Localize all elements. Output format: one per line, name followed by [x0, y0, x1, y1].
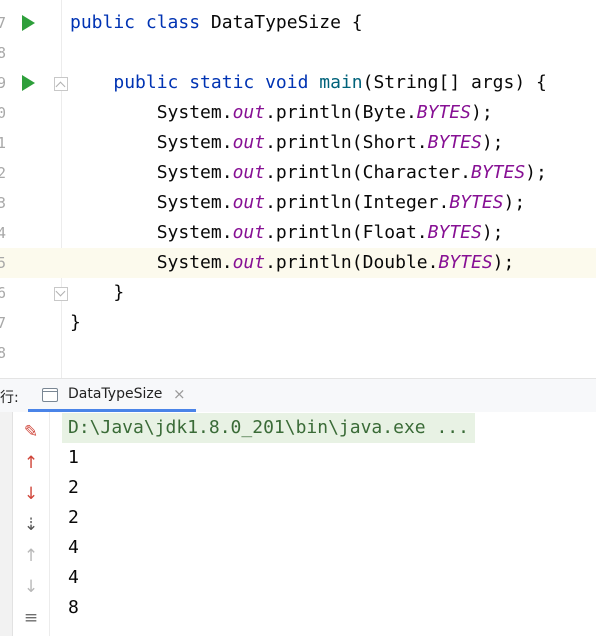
code-line[interactable]: 0 System.out.println(Byte.BYTES);	[0, 98, 596, 128]
run-tool-window-header: 行: DataTypeSize ×	[0, 378, 596, 413]
line-number: 7	[0, 314, 6, 332]
console-panel[interactable]: ✎ ↑ ↓ ⇣ ↑ ↓ ≡ D:\Java\jdk1.8.0_201\bin\java.ex…	[0, 412, 596, 636]
line-number: 9	[0, 74, 6, 92]
code-text: }	[70, 312, 81, 333]
code-text: System.out.println(Integer.BYTES);	[70, 192, 526, 213]
console-output-line: 2	[68, 477, 79, 498]
code-line[interactable]: 7 public class DataTypeSize {	[0, 8, 596, 38]
side-tool-strip	[0, 412, 13, 636]
code-line[interactable]: 7}	[0, 308, 596, 338]
console-output-line: 4	[68, 537, 79, 558]
fold-marker-icon[interactable]	[54, 77, 68, 91]
line-number: 8	[0, 44, 6, 62]
code-text: public static void main(String[] args) {	[113, 72, 547, 93]
wrap-icon[interactable]: ≡	[19, 606, 43, 630]
tab-close-button[interactable]: ×	[173, 385, 186, 403]
code-text: System.out.println(Character.BYTES);	[70, 162, 547, 183]
line-number: 4	[0, 224, 6, 242]
line-number: 0	[0, 104, 6, 122]
line-number: 8	[0, 344, 6, 362]
console-command-line: D:\Java\jdk1.8.0_201\bin\java.exe ...	[62, 413, 475, 443]
down-arrow-icon[interactable]: ↓	[19, 482, 43, 506]
code-line[interactable]: 2 System.out.println(Character.BYTES);	[0, 158, 596, 188]
scroll-up-icon[interactable]: ↑	[19, 544, 43, 568]
code-text: System.out.println(Double.BYTES);	[70, 252, 515, 273]
console-toolbar: ✎ ↑ ↓ ⇣ ↑ ↓ ≡	[13, 412, 50, 636]
line-number: 1	[0, 134, 6, 152]
run-gutter-icon[interactable]	[22, 15, 35, 31]
up-arrow-icon[interactable]: ↑	[19, 451, 43, 475]
code-line[interactable]: 1 System.out.println(Short.BYTES);	[0, 128, 596, 158]
console-output-line: 8	[68, 597, 79, 618]
stop-icon[interactable]: ✎	[19, 420, 43, 444]
console-output-line: 2	[68, 507, 79, 528]
code-editor[interactable]: 7 public class DataTypeSize { 8 9 public st…	[0, 0, 596, 378]
sort-icon[interactable]: ⇣	[19, 513, 43, 537]
tab-datatypesize[interactable]: DataTypeSize ×	[28, 379, 196, 412]
line-number: 3	[0, 194, 6, 212]
run-label: 行:	[0, 390, 19, 406]
line-number: 6	[0, 284, 6, 302]
code-line[interactable]: 9 public static void main(String[] args)…	[0, 68, 596, 98]
scroll-down-icon[interactable]: ↓	[19, 575, 43, 599]
code-line[interactable]: 5 System.out.println(Double.BYTES);	[0, 248, 596, 278]
console-icon	[42, 388, 58, 402]
code-line[interactable]: 3 System.out.println(Integer.BYTES);	[0, 188, 596, 218]
line-number: 5	[0, 254, 6, 272]
code-line[interactable]: 8	[0, 38, 596, 68]
fold-end-marker-icon[interactable]	[54, 287, 68, 301]
code-line[interactable]: 4 System.out.println(Float.BYTES);	[0, 218, 596, 248]
console-output-line: 1	[68, 447, 79, 468]
code-line[interactable]: 8	[0, 338, 596, 368]
run-gutter-icon[interactable]	[22, 75, 35, 91]
code-text: System.out.println(Float.BYTES);	[70, 222, 504, 243]
console-output-line: 4	[68, 567, 79, 588]
line-number: 7	[0, 14, 6, 32]
tab-label: DataTypeSize	[68, 386, 163, 402]
code-line[interactable]: 6 }	[0, 278, 596, 308]
code-text: System.out.println(Byte.BYTES);	[70, 102, 493, 123]
code-text: public class DataTypeSize {	[70, 12, 363, 33]
code-text: System.out.println(Short.BYTES);	[70, 132, 504, 153]
line-number: 2	[0, 164, 6, 182]
code-text: }	[70, 282, 125, 303]
